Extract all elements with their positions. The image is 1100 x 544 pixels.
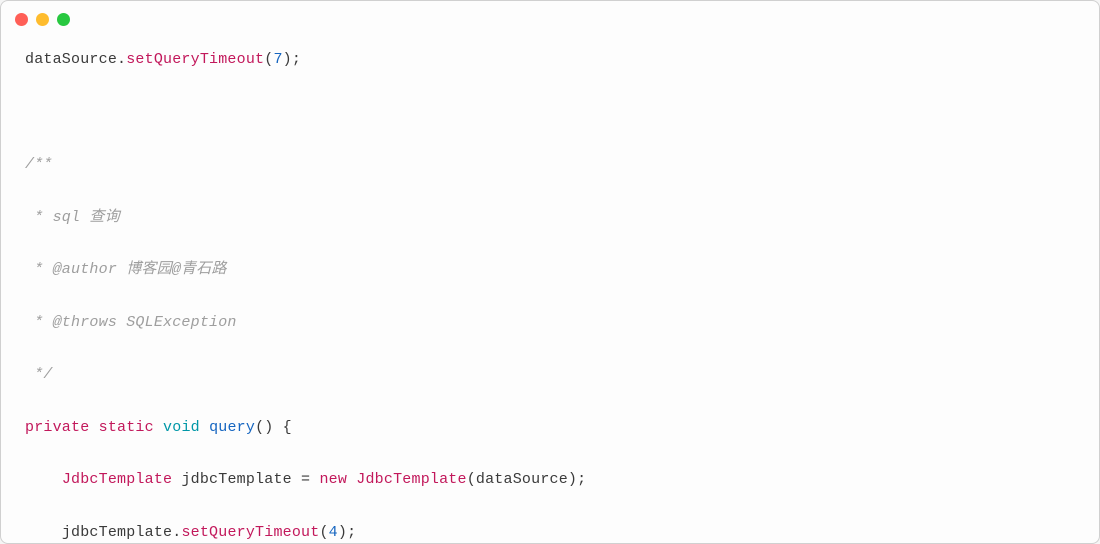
code-line: JdbcTemplate jdbcTemplate = new JdbcTemp…	[25, 467, 1075, 493]
maximize-icon[interactable]	[57, 13, 70, 26]
comment-line: * sql 查询	[25, 205, 1075, 231]
keyword: new	[319, 471, 347, 488]
keyword: private	[25, 419, 89, 436]
minimize-icon[interactable]	[36, 13, 49, 26]
comment-line: /**	[25, 152, 1075, 178]
code-editor[interactable]: dataSource.setQueryTimeout(7); /** * sql…	[1, 37, 1099, 544]
code-window: dataSource.setQueryTimeout(7); /** * sql…	[0, 0, 1100, 544]
code-line: jdbcTemplate.setQueryTimeout(4);	[25, 520, 1075, 544]
window-titlebar	[1, 1, 1099, 37]
number-literal: 4	[329, 524, 338, 541]
class-name: JdbcTemplate	[62, 471, 172, 488]
comment-line: */	[25, 362, 1075, 388]
class-name: JdbcTemplate	[356, 471, 466, 488]
type: void	[163, 419, 200, 436]
keyword: static	[99, 419, 154, 436]
method-call: setQueryTimeout	[181, 524, 319, 541]
identifier: dataSource	[25, 51, 117, 68]
method-call: setQueryTimeout	[126, 51, 264, 68]
identifier: jdbcTemplate	[62, 524, 172, 541]
number-literal: 7	[273, 51, 282, 68]
function-name: query	[209, 419, 255, 436]
identifier: jdbcTemplate	[181, 471, 291, 488]
comment-line: * @throws SQLException	[25, 310, 1075, 336]
code-line: dataSource.setQueryTimeout(7);	[25, 47, 1075, 73]
blank-line	[25, 100, 1075, 126]
close-icon[interactable]	[15, 13, 28, 26]
comment-line: * @author 博客园@青石路	[25, 257, 1075, 283]
code-line: private static void query() {	[25, 415, 1075, 441]
identifier: dataSource	[476, 471, 568, 488]
